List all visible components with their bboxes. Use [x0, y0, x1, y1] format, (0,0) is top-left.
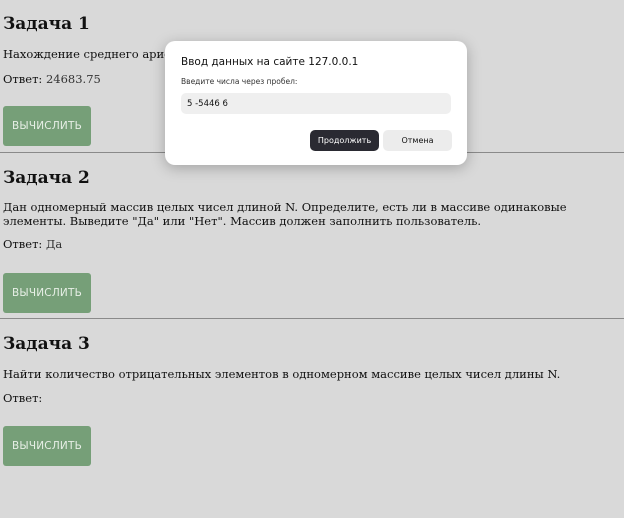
task-3-title: Задача 3: [3, 334, 90, 354]
cancel-button[interactable]: Отмена: [383, 130, 452, 151]
task-2-calculate-button[interactable]: ВЫЧИСЛИТЬ: [3, 273, 91, 313]
task-1-answer-value: 24683.75: [45, 72, 101, 86]
task-3-answer-label: Ответ:: [3, 391, 43, 405]
task-3-description: Найти количество отрицательных элементов…: [3, 367, 561, 381]
input-dialog: Ввод данных на сайте 127.0.0.1 Введите ч…: [165, 41, 467, 165]
task-3-answer: Ответ:: [3, 391, 42, 405]
task-1-answer-label: Ответ:: [3, 72, 43, 86]
task-2-answer-label: Ответ:: [3, 237, 43, 251]
task-1-calculate-button[interactable]: ВЫЧИСЛИТЬ: [3, 106, 91, 146]
task-2-description: Дан одномерный массив целых чисел длиной…: [3, 200, 567, 228]
task-3-calculate-button[interactable]: ВЫЧИСЛИТЬ: [3, 426, 91, 466]
dialog-title: Ввод данных на сайте 127.0.0.1: [181, 56, 359, 68]
task-2-title: Задача 2: [3, 168, 90, 188]
task-2-answer: Ответ: Да: [3, 237, 62, 251]
dialog-input[interactable]: [181, 93, 451, 114]
divider-2: [0, 318, 624, 319]
continue-button[interactable]: Продолжить: [310, 130, 379, 151]
dialog-prompt: Введите числа через пробел:: [181, 77, 298, 86]
task-2-answer-value: Да: [45, 237, 63, 251]
task-1-answer: Ответ: 24683.75: [3, 72, 101, 86]
task-1-title: Задача 1: [3, 14, 90, 34]
